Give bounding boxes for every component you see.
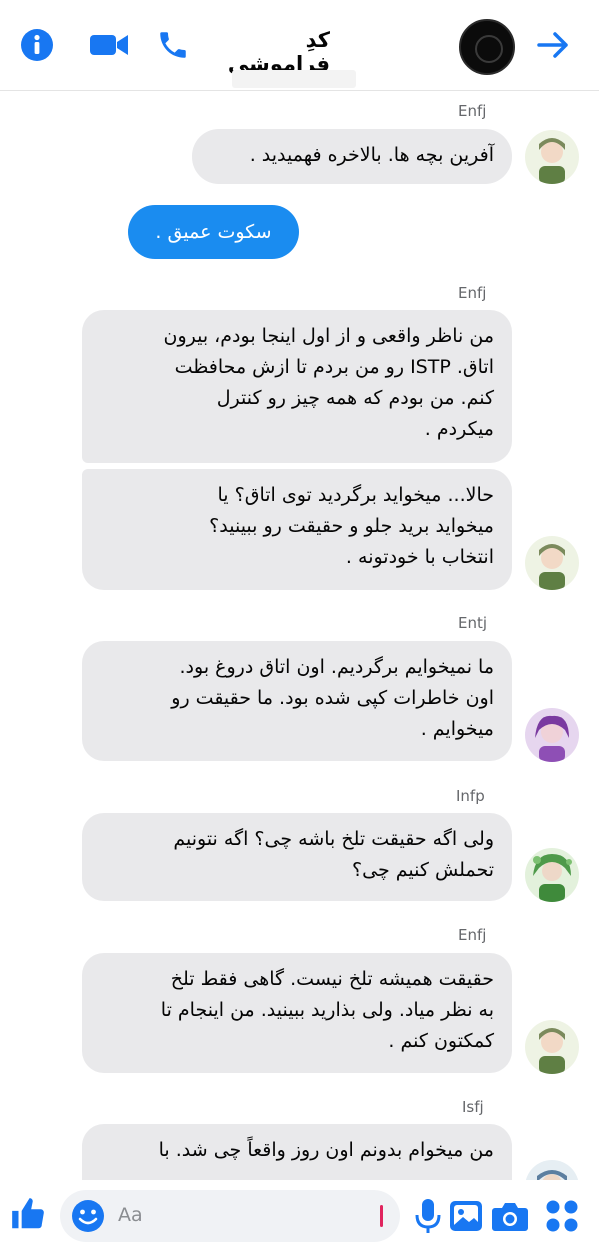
camera-icon[interactable] xyxy=(490,1196,530,1236)
own-message-bubble[interactable]: سکوت عمیق . xyxy=(128,205,299,259)
message-line: اون خاطرات کپی شده بود. ما حقیقت رو xyxy=(171,687,494,709)
message-line: میخوایم . xyxy=(420,718,494,740)
message-placeholder: Aa xyxy=(118,1204,143,1226)
info-icon[interactable] xyxy=(18,26,56,64)
sender-name: Entj xyxy=(458,614,488,632)
message-line: ما نمیخوایم برگردیم. اون اتاق دروغ بود. xyxy=(179,656,495,678)
message-bubble[interactable]: حالا... میخواید برگردید توی اتاق؟ یا میخ… xyxy=(82,469,512,590)
message-bubble[interactable]: من ناظر واقعی و از اول اینجا بودم، بیرون… xyxy=(82,310,512,463)
microphone-icon[interactable] xyxy=(408,1196,448,1236)
avatar-enfj[interactable] xyxy=(525,1020,579,1074)
gallery-icon[interactable] xyxy=(446,1196,486,1236)
chat-header: کدِ فراموشی xyxy=(0,0,599,90)
phone-icon[interactable] xyxy=(154,26,192,64)
message-line: اتاق. ISTP رو من بردم تا ازش محافظت xyxy=(174,356,494,378)
message-input[interactable]: Aa xyxy=(60,1190,400,1242)
message-line: ولی اگه حقیقت تلخ باشه چی؟ اگه نتونیم xyxy=(173,828,494,850)
message-line: سکوت عمیق . xyxy=(155,221,272,243)
emoji-icon[interactable] xyxy=(68,1196,108,1236)
message-bubble[interactable]: ولی اگه حقیقت تلخ باشه چی؟ اگه نتونیم تح… xyxy=(82,813,512,901)
message-bubble[interactable]: ما نمیخوایم برگردیم. اون اتاق دروغ بود. … xyxy=(82,641,512,761)
message-line: حقیقت همیشه تلخ نیست. گاهی فقط تلخ xyxy=(170,968,494,990)
message-composer: Aa xyxy=(0,1180,599,1255)
avatar-infp[interactable] xyxy=(525,848,579,902)
message-line: تحملش کنیم چی؟ xyxy=(352,859,494,881)
message-line: میخواید برید جلو و حقیقت رو ببینید؟ xyxy=(209,515,494,537)
sender-name: Infp xyxy=(456,787,485,805)
message-line: کمکتون کنم . xyxy=(388,1030,494,1052)
header-divider xyxy=(0,90,599,91)
avatar-enfj[interactable] xyxy=(525,130,579,184)
message-line: انتخاب با خودتونه . xyxy=(345,546,494,568)
message-line: آفرین بچه ها. بالاخره فهمیدید . xyxy=(249,144,494,166)
message-line: کنم. من بودم که همه چیز رو کنترل xyxy=(216,387,494,409)
sender-name: Isfj xyxy=(462,1098,484,1116)
group-avatar[interactable] xyxy=(459,19,515,75)
sender-name: Enfj xyxy=(458,102,487,120)
message-line: به نظر میاد. ولی بذارید ببینید. من اینجا… xyxy=(160,999,494,1021)
avatar-enfj[interactable] xyxy=(525,536,579,590)
message-bubble[interactable]: آفرین بچه ها. بالاخره فهمیدید . xyxy=(192,129,512,184)
video-call-icon[interactable] xyxy=(86,26,132,64)
header-shadow xyxy=(232,70,356,88)
message-line: حالا... میخواید برگردید توی اتاق؟ یا xyxy=(217,484,494,506)
avatar-entj[interactable] xyxy=(525,708,579,762)
apps-icon[interactable] xyxy=(542,1196,582,1236)
message-line: میکردم . xyxy=(424,418,494,440)
like-icon[interactable] xyxy=(8,1194,48,1234)
message-bubble[interactable]: حقیقت همیشه تلخ نیست. گاهی فقط تلخ به نظ… xyxy=(82,953,512,1073)
message-line: من ناظر واقعی و از اول اینجا بودم، بیرون xyxy=(163,325,494,347)
text-caret xyxy=(380,1205,383,1227)
forward-arrow-icon[interactable] xyxy=(534,26,572,64)
conversation-title[interactable]: کدِ فراموشی xyxy=(200,28,330,76)
message-line: من میخوام بدونم اون روز واقعاً چی شد. با xyxy=(158,1139,494,1161)
sender-name: Enfj xyxy=(458,284,487,302)
sender-name: Enfj xyxy=(458,926,487,944)
